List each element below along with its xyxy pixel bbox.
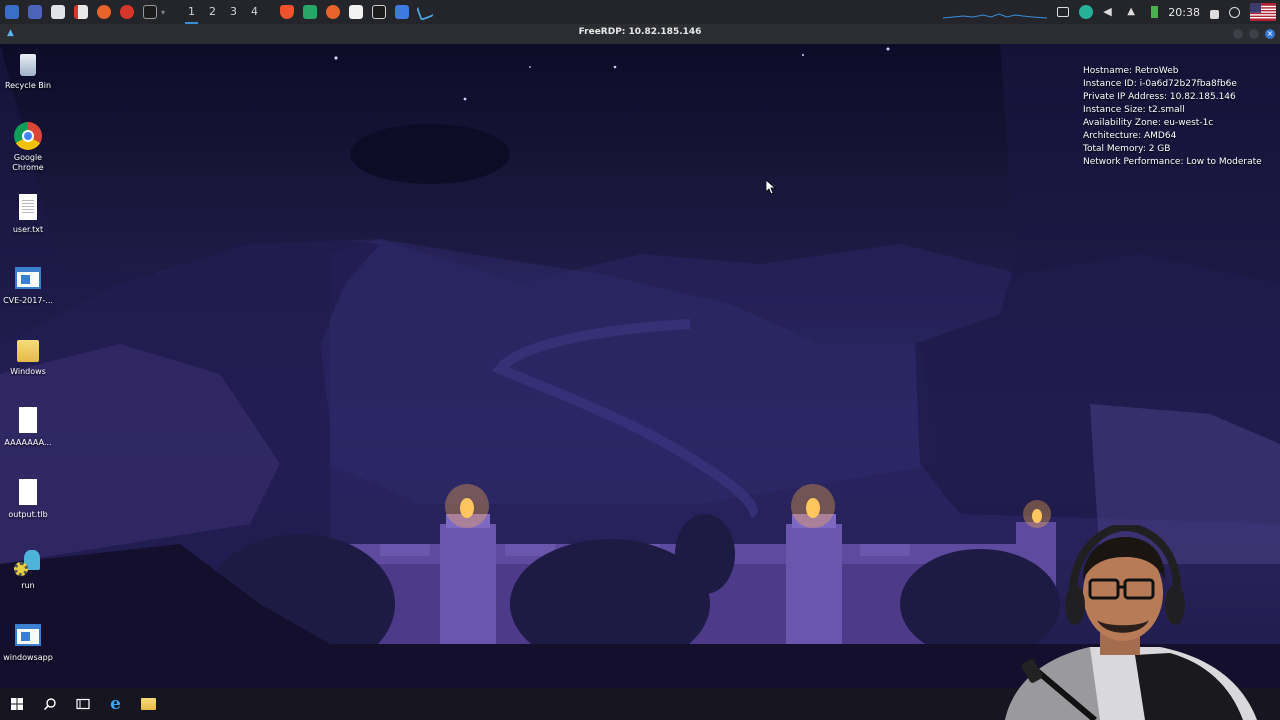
us-flag-icon[interactable] — [1250, 3, 1276, 21]
desktop-icon-label: Google Chrome — [12, 153, 44, 172]
bginfo-instance-id: Instance ID: i-0a6d72b27fba8fb6e — [1083, 79, 1237, 89]
bginfo-hostname: Hostname: RetroWeb — [1083, 66, 1179, 76]
clock[interactable]: 20:38 — [1168, 6, 1200, 19]
desktop-icon[interactable] — [24, 2, 46, 22]
terminal-icon[interactable] — [139, 2, 161, 22]
kali-menu-icon[interactable] — [1, 2, 23, 22]
text-editor-icon[interactable] — [70, 2, 92, 22]
bginfo-panel: Hostname: RetroWeb Instance ID: i-0a6d72… — [1083, 65, 1262, 169]
update-icon[interactable] — [1079, 5, 1094, 19]
search-icon — [43, 698, 56, 710]
close-button[interactable]: × — [1265, 29, 1275, 39]
rdp-window-titlebar[interactable]: ▲ FreeRDP: 10.82.185.146 × — [0, 24, 1280, 44]
rdp-window-title: FreeRDP: 10.82.185.146 — [578, 27, 702, 37]
internet-explorer-button[interactable]: e — [99, 688, 132, 720]
desktop-icon-windowsapp[interactable]: windowsapp — [2, 622, 54, 663]
search-button[interactable] — [33, 688, 66, 720]
gear-script-icon — [14, 550, 42, 578]
webcam-overlay — [985, 525, 1265, 720]
workspace-4[interactable]: 4 — [244, 0, 265, 24]
window-icon[interactable] — [1057, 7, 1070, 17]
bginfo-total-memory: Total Memory: 2 GB — [1083, 144, 1171, 154]
maximize-button[interactable] — [1249, 29, 1259, 39]
chrome-icon — [14, 122, 42, 150]
firefox-icon[interactable] — [93, 2, 115, 22]
start-icon — [10, 698, 23, 710]
workspace-1[interactable]: 1 — [181, 0, 202, 24]
burp-icon[interactable] — [116, 2, 138, 22]
bginfo-availability-zone: Availability Zone: eu-west-1c — [1083, 118, 1214, 128]
desktop-icon-label: CVE-2017-... — [3, 296, 53, 305]
text-file-icon — [14, 194, 42, 222]
mouse-cursor-icon — [766, 180, 776, 194]
refresh-icon[interactable] — [1229, 6, 1240, 18]
task-view-icon — [75, 698, 90, 710]
kali-dragon-icon[interactable] — [414, 2, 436, 22]
bginfo-instance-size: Instance Size: t2.small — [1083, 105, 1185, 115]
minimize-button[interactable] — [1233, 29, 1243, 39]
terminal-icon[interactable] — [368, 2, 390, 22]
internet-explorer-icon: e — [110, 693, 121, 714]
desktop-icon-output-tlb[interactable]: output.tlb — [2, 479, 54, 520]
screenshot-icon[interactable] — [391, 2, 413, 22]
host-top-panel: ▾ 1 2 3 4 ◀ ▲ 20:38 — [0, 0, 1280, 24]
desktop-icon-user-txt[interactable]: user.txt — [2, 194, 54, 235]
workspace-2[interactable]: 2 — [202, 0, 223, 24]
desktop-icon-google-chrome[interactable]: Google Chrome — [2, 122, 54, 173]
bell-icon[interactable]: ▲ — [1127, 5, 1141, 19]
bginfo-network-performance: Network Performance: Low to Moderate — [1083, 157, 1262, 167]
desktop-icon-label: Recycle Bin — [4, 81, 52, 90]
lock-icon[interactable] — [1210, 9, 1219, 19]
workspace-3[interactable]: 3 — [223, 0, 244, 24]
desktop-icon-aaaaaa-file[interactable]: AAAAAAA... — [2, 407, 54, 448]
desktop-icon-label: output.tlb — [8, 510, 48, 519]
volume-icon[interactable]: ◀ — [1103, 5, 1117, 19]
bginfo-architecture: Architecture: AMD64 — [1083, 131, 1177, 141]
application-icon — [14, 265, 42, 293]
desktop-icon-label: Windows — [10, 367, 46, 376]
desktop-icon-label: AAAAAAA... — [4, 438, 52, 447]
blank-file-icon — [14, 479, 42, 507]
desktop-icon-windows-folder[interactable]: Windows — [2, 336, 54, 377]
desktop-icon-run[interactable]: run — [2, 550, 54, 591]
document-icon[interactable] — [345, 2, 367, 22]
application-icon — [14, 622, 42, 650]
blank-file-icon — [14, 407, 42, 435]
desktop-icon-label: user.txt — [12, 225, 44, 234]
start-button[interactable] — [0, 688, 33, 720]
file-explorer-button[interactable] — [132, 688, 165, 720]
recycle-bin-icon — [14, 50, 42, 78]
file-explorer-icon — [141, 698, 156, 710]
presenter-video — [1005, 525, 1257, 720]
network-graph-icon — [943, 13, 1048, 19]
file-manager-icon[interactable] — [47, 2, 69, 22]
desktop-icon-recycle-bin[interactable]: Recycle Bin — [2, 50, 54, 91]
brave-icon[interactable] — [276, 2, 298, 22]
desktop-icon-label: run — [21, 581, 35, 590]
chevron-down-icon[interactable]: ▾ — [161, 8, 169, 17]
folder-icon — [14, 336, 42, 364]
battery-icon[interactable] — [1151, 6, 1159, 18]
task-view-button[interactable] — [66, 688, 99, 720]
firefox-icon[interactable] — [322, 2, 344, 22]
desktop-icon-cve-file[interactable]: CVE-2017-... — [2, 265, 54, 306]
desktop-icon-label: windowsapp — [3, 653, 53, 662]
bginfo-private-ip: Private IP Address: 10.82.185.146 — [1083, 92, 1236, 102]
notes-icon[interactable] — [299, 2, 321, 22]
